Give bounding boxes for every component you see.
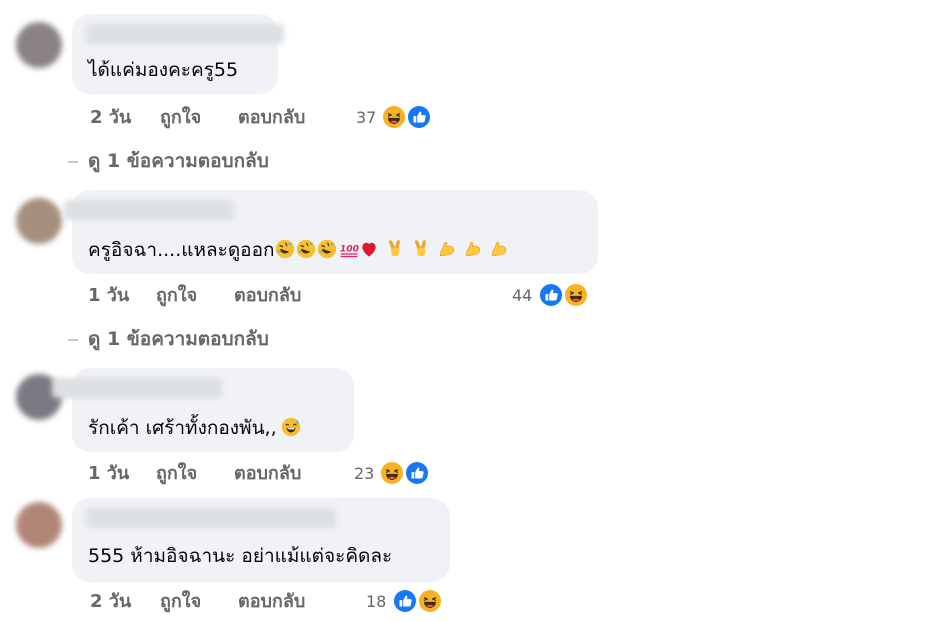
reply-connector bbox=[68, 160, 78, 163]
comment-age[interactable]: 1 วัน bbox=[88, 460, 129, 488]
comment-bubble: ครูอิจฉา....แหละดูออก 100 bbox=[64, 190, 598, 274]
reaction-count[interactable]: 44 bbox=[512, 282, 532, 310]
view-replies-label: ดู 1 ข้อความตอบกลับ bbox=[88, 328, 269, 350]
emoji-row: 100 bbox=[275, 239, 510, 261]
comment-text: รักเค้า เศร้าทั้งกองพัน,, bbox=[88, 416, 302, 440]
comment-text-body: รักเค้า เศร้าทั้งกองพัน,, bbox=[88, 417, 277, 439]
like-reaction-icon bbox=[392, 588, 418, 614]
haha-reaction-icon bbox=[381, 104, 407, 130]
comment-age[interactable]: 2 วัน bbox=[90, 104, 131, 132]
reaction-count[interactable]: 23 bbox=[354, 460, 374, 488]
svg-text:100: 100 bbox=[339, 244, 359, 255]
comment-bubble: ได้แค่มองคะครู55 bbox=[72, 14, 284, 94]
reply-button[interactable]: ตอบกลับ bbox=[238, 588, 305, 616]
commenter-name-blurred[interactable] bbox=[86, 508, 336, 528]
comment-actions: 1 วัน ถูกใจ ตอบกลับ bbox=[88, 282, 448, 310]
reply-connector bbox=[68, 338, 78, 341]
victory-hand-emoji bbox=[411, 239, 431, 259]
avatar[interactable] bbox=[16, 502, 62, 548]
commenter-name-blurred[interactable] bbox=[86, 24, 284, 44]
comment-text: 555 ห้ามอิจฉานะ อย่าแม้แต่จะคิดละ bbox=[88, 545, 393, 567]
flexed-biceps-emoji bbox=[437, 239, 457, 259]
comment-thread: ได้แค่มองคะครู55 2 วัน ถูกใจ ตอบกลับ 37 … bbox=[0, 0, 932, 621]
comment-age[interactable]: 1 วัน bbox=[88, 282, 129, 310]
like-button[interactable]: ถูกใจ bbox=[156, 460, 197, 488]
view-replies-label: ดู 1 ข้อความตอบกลับ bbox=[88, 150, 269, 172]
comment-age[interactable]: 2 วัน bbox=[90, 588, 131, 616]
avatar[interactable] bbox=[16, 198, 62, 244]
comment-text-body: ครูอิจฉา....แหละดูออก bbox=[88, 239, 275, 261]
commenter-name-blurred[interactable] bbox=[64, 200, 234, 220]
like-reaction-icon bbox=[406, 104, 432, 130]
like-button[interactable]: ถูกใจ bbox=[160, 588, 201, 616]
sweat-smile-emoji bbox=[281, 417, 301, 437]
reaction-count[interactable]: 37 bbox=[356, 104, 376, 132]
like-button[interactable]: ถูกใจ bbox=[156, 282, 197, 310]
flexed-biceps-emoji bbox=[489, 239, 509, 259]
hundred-points-emoji: 100 bbox=[338, 239, 359, 259]
rofl-emoji bbox=[317, 239, 337, 259]
haha-reaction-icon bbox=[417, 588, 443, 614]
comment-text: ครูอิจฉา....แหละดูออก 100 bbox=[88, 238, 510, 262]
rofl-emoji bbox=[275, 239, 295, 259]
like-button[interactable]: ถูกใจ bbox=[160, 104, 201, 132]
view-replies-link[interactable]: ดู 1 ข้อความตอบกลับ bbox=[68, 148, 269, 174]
rofl-emoji bbox=[296, 239, 316, 259]
comment-text: ได้แค่มองคะครู55 bbox=[88, 59, 239, 81]
reply-button[interactable]: ตอบกลับ bbox=[234, 460, 301, 488]
haha-reaction-icon bbox=[563, 282, 589, 308]
comment-bubble: 555 ห้ามอิจฉานะ อย่าแม้แต่จะคิดละ bbox=[72, 498, 450, 582]
like-reaction-icon bbox=[538, 282, 564, 308]
reply-button[interactable]: ตอบกลับ bbox=[234, 282, 301, 310]
avatar[interactable] bbox=[16, 22, 62, 68]
victory-hand-emoji bbox=[385, 239, 405, 259]
view-replies-link[interactable]: ดู 1 ข้อความตอบกลับ bbox=[68, 326, 269, 352]
reaction-count[interactable]: 18 bbox=[366, 588, 386, 616]
comment-bubble: รักเค้า เศร้าทั้งกองพัน,, bbox=[52, 368, 354, 452]
red-heart-emoji bbox=[359, 239, 379, 259]
flexed-biceps-emoji bbox=[463, 239, 483, 259]
like-reaction-icon bbox=[404, 460, 430, 486]
commenter-name-blurred[interactable] bbox=[52, 378, 222, 398]
haha-reaction-icon bbox=[379, 460, 405, 486]
reply-button[interactable]: ตอบกลับ bbox=[238, 104, 305, 132]
